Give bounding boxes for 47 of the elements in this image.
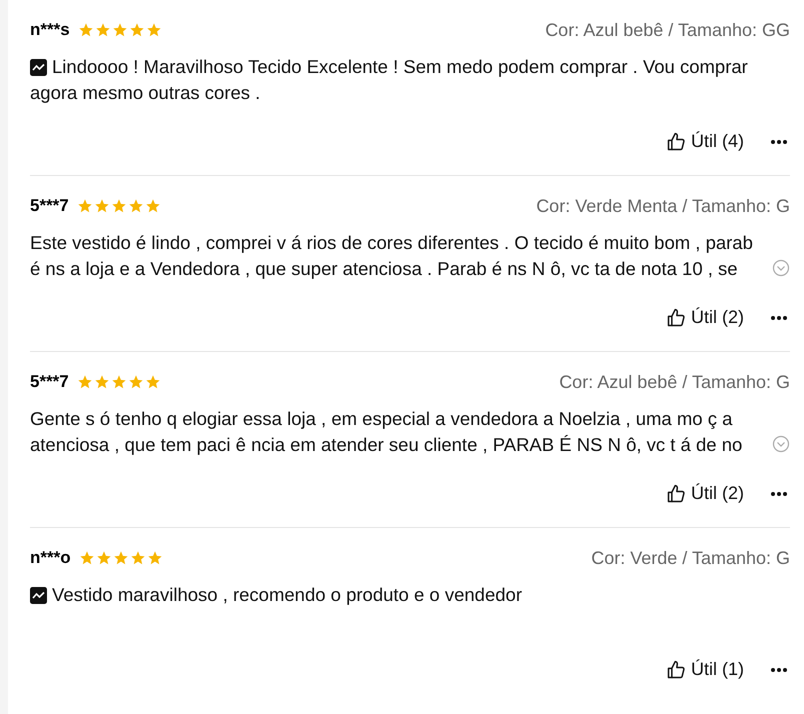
star-icon	[128, 198, 144, 214]
thumbs-up-icon	[666, 660, 686, 680]
star-icon	[144, 198, 161, 214]
star-icon	[96, 550, 112, 566]
review-text: Vestido maravilhoso , recomendo o produto e o vendedor	[52, 583, 522, 608]
thumbs-up-icon	[666, 132, 686, 152]
review-text: atenciosa , que tem paci ê ncia em atender seu cliente , PARAB É NS N ô, vc t á de no	[30, 433, 742, 458]
helpful-button[interactable]: Útil (4)	[666, 128, 744, 155]
star-icon	[110, 374, 127, 390]
thumbs-up-icon	[666, 308, 686, 328]
review-text: Lindoooo ! Maravilhoso Tecido Excelente ! Sem medo podem comprar . Vou comprar	[52, 55, 748, 80]
more-icon[interactable]	[770, 490, 788, 496]
more-icon[interactable]	[770, 314, 788, 320]
star-icon	[78, 22, 94, 38]
reviewer-name: n***s	[30, 19, 70, 42]
star-icon	[146, 550, 163, 566]
star-icon	[112, 22, 128, 38]
reviewer-name: 5***7	[30, 371, 69, 394]
variant-label: Cor: Verde / Tamanho: G	[591, 546, 790, 570]
helpful-button[interactable]: Útil (2)	[666, 304, 744, 331]
star-icon	[94, 22, 111, 38]
review-text: é ns a loja e a Vendedora , que super atenciosa . Parab é ns N ô, vc ta de nota 10 , se	[30, 257, 738, 282]
more-icon[interactable]	[770, 138, 788, 144]
reviewer-name: n***o	[30, 547, 71, 570]
helpful-button[interactable]: Útil (2)	[666, 480, 744, 507]
variant-label: Cor: Azul bebê / Tamanho: GG	[545, 18, 790, 42]
more-icon[interactable]	[770, 666, 788, 672]
reviewer-name: 5***7	[30, 195, 69, 218]
review-text: agora mesmo outras cores .	[30, 81, 260, 106]
thumbs-up-icon	[666, 484, 686, 504]
star-icon	[112, 550, 129, 566]
review-text: Gente s ó tenho q elogiar essa loja , em especial a vendedora a Noelzia , uma mo ç a	[30, 407, 732, 432]
star-icon	[146, 22, 162, 38]
variant-label: Cor: Azul bebê / Tamanho: G	[559, 370, 790, 394]
star-icon	[94, 198, 110, 214]
star-icon	[110, 198, 127, 214]
star-icon	[76, 198, 93, 214]
variant-label: Cor: Verde Menta / Tamanho: G	[536, 194, 790, 218]
helpful-button[interactable]: Útil (1)	[666, 656, 744, 683]
star-icon	[76, 374, 93, 390]
star-icon	[130, 550, 146, 566]
star-icon	[78, 550, 95, 566]
star-icon	[94, 374, 110, 390]
star-icon	[144, 374, 161, 390]
review-text: Este vestido é lindo , comprei v á rios de cores diferentes . O tecido é muito bom , parab	[30, 231, 753, 256]
star-icon	[128, 22, 145, 38]
star-icon	[128, 374, 144, 390]
